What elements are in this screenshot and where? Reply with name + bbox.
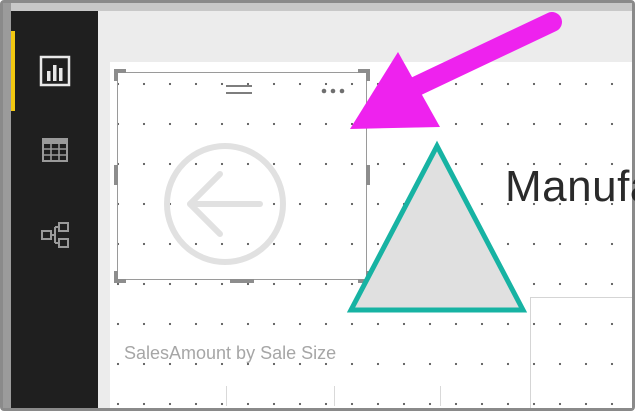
bar-chart-icon <box>39 55 71 87</box>
grid-dot <box>506 402 510 406</box>
nav-item-report-view[interactable] <box>31 47 79 95</box>
triangle-shape[interactable] <box>345 140 530 315</box>
axis-tick <box>440 386 441 406</box>
active-nav-indicator <box>11 31 15 111</box>
resize-handle-bottom-left-v[interactable] <box>114 271 118 283</box>
grid-dot <box>532 242 536 246</box>
relationship-icon <box>41 222 69 248</box>
grid-dot <box>558 282 562 286</box>
axis-tick <box>226 386 227 406</box>
resize-handle-bottom[interactable] <box>230 279 254 283</box>
grid-dot <box>194 282 198 286</box>
grid-dot <box>116 282 120 286</box>
visual-header <box>118 77 366 97</box>
grid-dot <box>272 282 276 286</box>
grid-dot <box>610 282 614 286</box>
grid-dot <box>220 282 224 286</box>
arrow-left-circle-icon <box>164 143 286 265</box>
grid-dot <box>584 282 588 286</box>
grid-dot <box>610 82 614 86</box>
callout-arrow <box>350 12 562 129</box>
grid-dot <box>168 282 172 286</box>
nav-item-data-view[interactable] <box>31 126 79 174</box>
chart-title: SalesAmount by Sale Size <box>124 343 337 363</box>
grid-dot <box>610 242 614 246</box>
resize-handle-left[interactable] <box>114 165 118 185</box>
nav-item-model-view[interactable] <box>31 211 79 259</box>
grid-dot <box>532 282 536 286</box>
grid-dot <box>584 242 588 246</box>
grid-dot <box>584 122 588 126</box>
axis-tick <box>334 386 335 406</box>
grid-dot <box>142 282 146 286</box>
left-nav <box>11 11 98 408</box>
grid-dot <box>298 282 302 286</box>
table-visual[interactable] <box>530 297 632 408</box>
grid-dot <box>506 322 510 326</box>
grid-dot <box>506 362 510 366</box>
grid-dot <box>610 122 614 126</box>
window-edge <box>3 3 11 408</box>
grid-dot <box>324 282 328 286</box>
table-grid-icon <box>42 138 68 162</box>
title-textbox[interactable]: Manufa <box>505 162 635 212</box>
grid-dot <box>558 242 562 246</box>
grid-dot <box>246 282 250 286</box>
grid-dot <box>584 82 588 86</box>
drag-grip-icon[interactable] <box>224 83 254 97</box>
